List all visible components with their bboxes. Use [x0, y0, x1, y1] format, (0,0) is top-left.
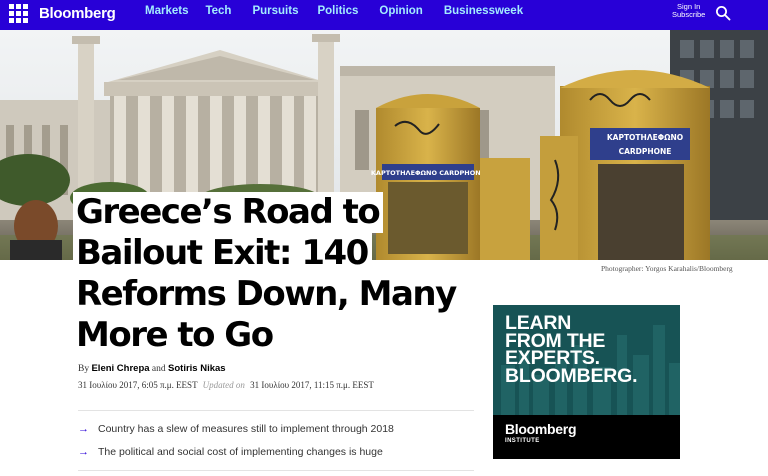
ad-line: BLOOMBERG. — [505, 364, 638, 387]
nav-link-opinion[interactable]: Opinion — [379, 5, 422, 17]
byline-and: and — [151, 364, 166, 374]
nav-link-pursuits[interactable]: Pursuits — [252, 5, 298, 17]
top-nav-bar: Bloomberg Markets Tech Pursuits Politics… — [0, 0, 768, 30]
dateline: 31 Ιουλίου 2017, 6:05 π.μ. EEST Updated … — [78, 380, 374, 390]
headline-line: Reforms Down, Many — [73, 274, 460, 315]
nav-link-markets[interactable]: Markets — [145, 5, 188, 17]
divider — [78, 410, 474, 411]
byline: By Eleni Chrepa and Sotiris Nikas — [78, 363, 226, 374]
byline-by: By — [78, 364, 90, 374]
kiosk-right-sign-top: ΚΑΡΤΟΤΗΛΕΦΩΝΟ — [607, 133, 683, 142]
nav-links: Markets Tech Pursuits Politics Opinion B… — [145, 5, 544, 17]
nav-link-businessweek[interactable]: Businessweek — [444, 5, 523, 17]
published-time: 31 Ιουλίου 2017, 6:05 π.μ. EEST — [78, 380, 198, 390]
subscribe-link[interactable]: Subscribe — [672, 11, 705, 19]
ad-bloomberg-logo: Bloomberg — [505, 421, 577, 437]
photo-credit: Photographer: Yorgos Karahalis/Bloomberg — [601, 264, 733, 273]
advertisement[interactable]: LEARN FROM THE EXPERTS. BLOOMBERG. Bloom… — [493, 305, 680, 459]
bloomberg-logo[interactable]: Bloomberg — [39, 5, 116, 22]
divider — [78, 470, 474, 471]
nav-link-politics[interactable]: Politics — [317, 5, 358, 17]
author-link[interactable]: Eleni Chrepa — [91, 363, 149, 374]
arrow-right-icon: → — [78, 423, 89, 435]
kiosk-left-sign: ΚΑΡΤΟΤΗΛΕΦΩΝΟ CARDPHONE — [371, 169, 485, 177]
ad-headline: LEARN FROM THE EXPERTS. BLOOMBERG. — [505, 314, 638, 387]
updated-time: 31 Ιουλίου 2017, 11:15 π.μ. EEST — [250, 380, 374, 390]
headline-line: More to Go — [73, 315, 277, 356]
arrow-right-icon: → — [78, 446, 89, 458]
bullet-text: The political and social cost of impleme… — [98, 446, 383, 458]
updated-label: Updated on — [202, 380, 245, 390]
summary-bullet: → Country has a slew of measures still t… — [78, 423, 394, 435]
kiosk-right-sign-bottom: CARDPHONE — [619, 147, 672, 156]
article-headline: Greece’s Road to Bailout Exit: 140 Refor… — [73, 192, 493, 356]
author-link[interactable]: Sotiris Nikas — [168, 363, 226, 374]
headline-line: Greece’s Road to — [73, 192, 384, 233]
search-icon[interactable] — [715, 5, 731, 21]
ad-institute-label: INSTITUTE — [505, 438, 540, 444]
apps-grid-icon[interactable] — [9, 4, 28, 23]
nav-link-tech[interactable]: Tech — [205, 5, 231, 17]
account-links: Sign In Subscribe — [672, 3, 705, 19]
headline-line: Bailout Exit: 140 — [73, 233, 372, 274]
summary-bullet: → The political and social cost of imple… — [78, 446, 383, 458]
bullet-text: Country has a slew of measures still to … — [98, 423, 394, 435]
